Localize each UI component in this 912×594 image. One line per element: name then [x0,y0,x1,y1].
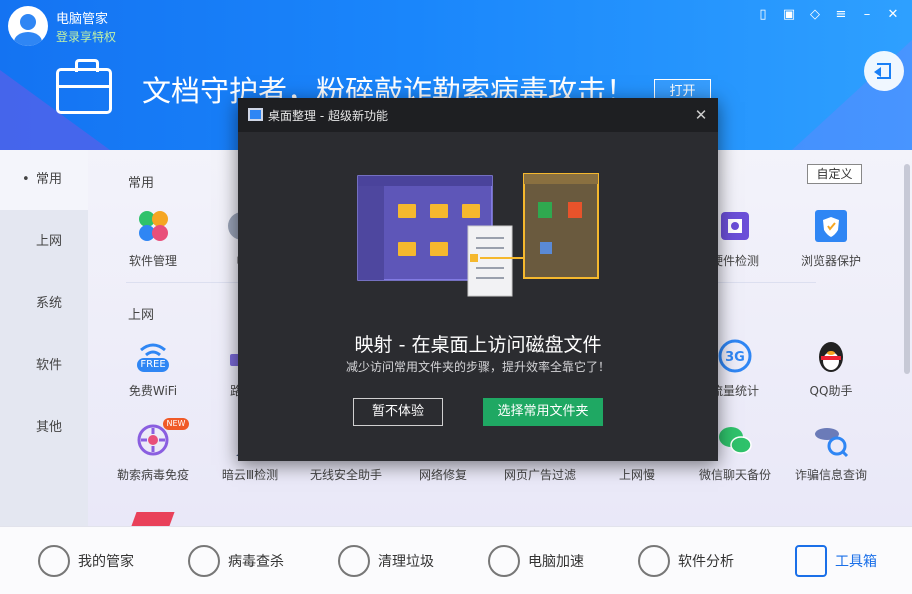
nav-my-manager[interactable]: 我的管家 [38,545,134,577]
wechat-icon [715,420,755,460]
avatar[interactable] [8,6,48,46]
nav-software-analysis[interactable]: 软件分析 [638,545,734,577]
nav-clean-junk[interactable]: 清理垃圾 [338,545,434,577]
bottom-nav: 我的管家 病毒查杀 清理垃圾 电脑加速 软件分析 工具箱 [0,526,912,594]
lightning-icon [188,545,220,577]
dialog-subtext: 减少访问常用文件夹的步骤，提升效率全靠它了！ [345,360,610,374]
dialog-heading: 映射 - 在桌面上访问磁盘文件 [354,334,602,356]
3g-badge: 3G [725,350,745,365]
section-title: 上网 [128,308,155,323]
vacuum-icon [338,545,370,577]
tool-software-manager[interactable]: 软件管理 [108,206,198,269]
skip-button[interactable]: 暂不体验 [353,398,443,426]
monitor-icon [248,108,263,121]
section-title: 常用 [128,176,155,191]
tool-qq-assistant[interactable]: QQ助手 [786,336,876,399]
app-title: 电脑管家 [56,12,109,27]
sidebar: 常用 上网 系统 软件 其他 [0,150,88,526]
exit-icon[interactable] [864,51,904,91]
sidebar-item-system[interactable]: 系统 [0,274,88,334]
mapping-illustration [356,172,604,300]
sidebar-item-common[interactable]: 常用 [0,150,88,210]
phone-icon[interactable]: ▯ [754,6,772,24]
tool-ransomware-immune[interactable]: NEW 勒索病毒免疫 [108,418,198,483]
3g-icon: 3G [715,336,755,376]
minimize-icon[interactable]: – [858,6,876,24]
gift-icon[interactable]: ▣ [780,6,798,24]
toolbox-icon [56,59,112,114]
virus-icon: NEW [133,418,189,460]
rocket-icon [488,545,520,577]
nav-toolbox[interactable]: 工具箱 [795,545,877,577]
wifi-icon: FREE [133,336,173,376]
menu-icon[interactable]: ≡ [832,6,850,24]
sidebar-item-other[interactable]: 其他 [0,398,88,458]
shirt-icon[interactable]: ◇ [806,6,824,24]
partial-tool-icon [131,512,175,526]
scrollbar[interactable] [904,164,910,374]
tool-browser-protect[interactable]: 浏览器保护 [786,206,876,269]
shield-icon [811,206,851,246]
detective-icon [811,420,851,460]
software-manager-icon [133,206,173,246]
nav-virus-scan[interactable]: 病毒查杀 [188,545,284,577]
dialog-title: 桌面整理 - 超级新功能 [268,109,388,123]
chip-icon [715,206,755,246]
tool-free-wifi[interactable]: FREE 免费WiFi [108,336,198,399]
login-link[interactable]: 登录享特权 [56,28,116,45]
toolbox-icon [795,545,827,577]
customize-button[interactable]: 自定义 [807,164,862,184]
analysis-icon [638,545,670,577]
nav-speedup[interactable]: 电脑加速 [488,545,584,577]
qq-penguin-icon [811,336,851,376]
tool-fraud-lookup[interactable]: 诈骗信息查询 [786,420,876,483]
window-controls: ▯ ▣ ◇ ≡ – ✕ [754,6,902,24]
close-icon[interactable]: ✕ [693,107,709,123]
choose-folder-button[interactable]: 选择常用文件夹 [483,398,603,426]
close-icon[interactable]: ✕ [884,6,902,24]
desktop-organize-dialog: 桌面整理 - 超级新功能 ✕ 映射 - 在桌面上访问磁盘文件 减少访问常用文件夹… [238,98,718,461]
sidebar-item-internet[interactable]: 上网 [0,212,88,272]
user-icon [38,545,70,577]
new-badge: NEW [163,418,189,430]
sidebar-item-software[interactable]: 软件 [0,336,88,396]
free-badge: FREE [137,358,169,372]
dialog-titlebar: 桌面整理 - 超级新功能 ✕ [238,98,718,132]
